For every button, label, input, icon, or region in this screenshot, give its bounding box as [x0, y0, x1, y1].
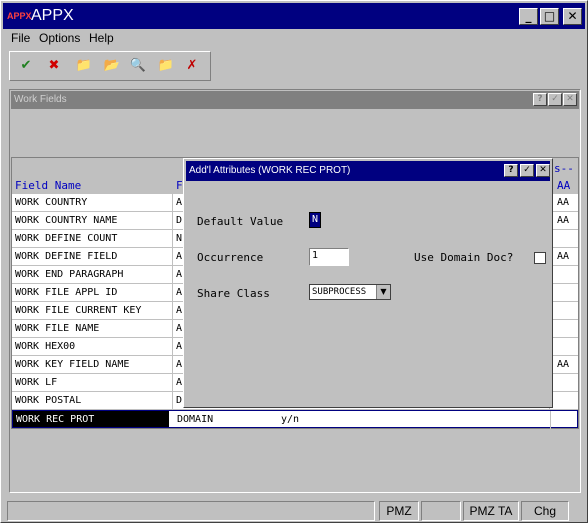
app-title: APPX	[31, 7, 74, 24]
folder-edit-icon[interactable]: 📂	[102, 56, 122, 76]
column-header-field-name[interactable]: Field Name	[15, 179, 81, 192]
field-name-cell: WORK KEY FIELD NAME	[15, 359, 130, 370]
field-name-cell: WORK POSTAL	[15, 395, 82, 406]
occurrence-field[interactable]: 1	[309, 248, 349, 266]
work-fields-title-bar[interactable]: Work Fields ? ✓ ✕	[11, 91, 579, 109]
type-cell: DOMAIN	[177, 414, 214, 425]
type-cell: D	[176, 215, 183, 226]
share-class-value: SUBPROCESS	[312, 287, 367, 297]
minimize-button[interactable]: _	[519, 8, 538, 25]
field-name-cell: WORK FILE APPL ID	[15, 287, 118, 298]
status-empty	[421, 501, 461, 521]
field-name-cell: WORK HEX00	[15, 341, 76, 352]
field-name-cell: WORK DEFINE FIELD	[15, 251, 118, 262]
dialog-help-button[interactable]: ?	[504, 164, 518, 177]
share-class-label: Share Class	[197, 287, 270, 300]
selected-table-row[interactable]: WORK REC PROT DOMAIN y/n	[12, 410, 578, 429]
status-message	[7, 501, 375, 521]
type-cell: A	[176, 305, 183, 316]
default-value-field[interactable]: N	[309, 212, 321, 228]
ok-button[interactable]: ✓	[548, 93, 562, 106]
chevron-down-icon[interactable]: ▼	[376, 285, 390, 299]
maximize-button[interactable]: □	[540, 8, 559, 25]
dialog-ok-button[interactable]: ✓	[520, 164, 534, 177]
field-name-cell: WORK COUNTRY	[15, 197, 88, 208]
menu-file[interactable]: File	[11, 31, 30, 45]
type-cell: A	[176, 359, 183, 370]
menu-help[interactable]: Help	[89, 31, 114, 45]
field-name-cell: WORK FILE NAME	[15, 323, 100, 334]
menu-options[interactable]: Options	[39, 31, 80, 45]
ok-check-icon[interactable]: ✔	[16, 56, 36, 76]
dialog-close-button[interactable]: ✕	[536, 164, 550, 177]
field-name-cell: WORK REC PROT	[16, 414, 95, 425]
field-name-cell: WORK LF	[15, 377, 58, 388]
new-folder-icon[interactable]: 📁	[74, 56, 94, 76]
aa-cell: AA	[557, 251, 570, 262]
aa-cell: AA	[557, 359, 570, 370]
occurrence-label: Occurrence	[197, 251, 264, 264]
cancel-icon[interactable]: ✖	[44, 56, 64, 76]
folder-delete-icon[interactable]: 📁	[156, 56, 176, 76]
status-pmz-ta: PMZ TA	[463, 501, 519, 521]
default-value-label: Default Value	[197, 215, 284, 228]
toolbar: ✔ ✖ 📁 📂 🔍 📁 ✗	[9, 51, 211, 81]
status-bar: PMZ PMZ TA Chg	[3, 501, 585, 521]
close-button[interactable]: ✕	[563, 93, 577, 106]
type-cell: A	[176, 341, 183, 352]
type-cell: N	[176, 233, 183, 244]
aa-cell: AA	[557, 215, 570, 226]
dialog-title: Add'l Attributes (WORK REC PROT)	[189, 165, 351, 176]
field-name-cell: WORK END PARAGRAPH	[15, 269, 124, 280]
column-header-right-top: s--	[554, 162, 574, 175]
type-cell: D	[176, 395, 183, 406]
appx-logo-icon: APPX	[7, 11, 32, 21]
help-button[interactable]: ?	[533, 93, 547, 106]
type-cell: A	[176, 197, 183, 208]
column-header-type[interactable]: F	[176, 179, 183, 192]
close-button[interactable]: ✕	[563, 8, 582, 25]
folder-search-icon[interactable]: 🔍	[128, 56, 148, 76]
use-domain-doc-checkbox[interactable]	[534, 252, 546, 264]
folder-cancel-icon[interactable]: ✗	[182, 56, 202, 76]
aa-cell: AA	[557, 197, 570, 208]
type-cell: A	[176, 377, 183, 388]
type-cell: A	[176, 269, 183, 280]
share-class-select[interactable]: SUBPROCESS ▼	[309, 284, 391, 300]
app-window: APPX APPX _ □ ✕ File Options Help ✔ ✖ 📁 …	[0, 0, 588, 523]
type-cell: A	[176, 323, 183, 334]
addl-attributes-dialog: Add'l Attributes (WORK REC PROT) ? ✓ ✕ D…	[183, 158, 553, 408]
status-pmz: PMZ	[379, 501, 419, 521]
menu-bar: File Options Help	[3, 29, 585, 47]
field-name-cell: WORK DEFINE COUNT	[15, 233, 118, 244]
field-name-cell: WORK COUNTRY NAME	[15, 215, 118, 226]
type-cell: A	[176, 251, 183, 262]
type-cell: A	[176, 287, 183, 298]
work-fields-title: Work Fields	[14, 94, 67, 105]
use-domain-doc-label: Use Domain Doc?	[414, 251, 514, 264]
status-chg: Chg	[521, 501, 569, 521]
dialog-title-bar[interactable]: Add'l Attributes (WORK REC PROT) ? ✓ ✕	[186, 161, 550, 181]
title-bar[interactable]: APPX APPX _ □ ✕	[3, 3, 585, 29]
column-header-aa[interactable]: AA	[557, 179, 570, 192]
domain-value-cell: y/n	[281, 414, 300, 425]
field-name-cell: WORK FILE CURRENT KEY	[15, 305, 142, 316]
